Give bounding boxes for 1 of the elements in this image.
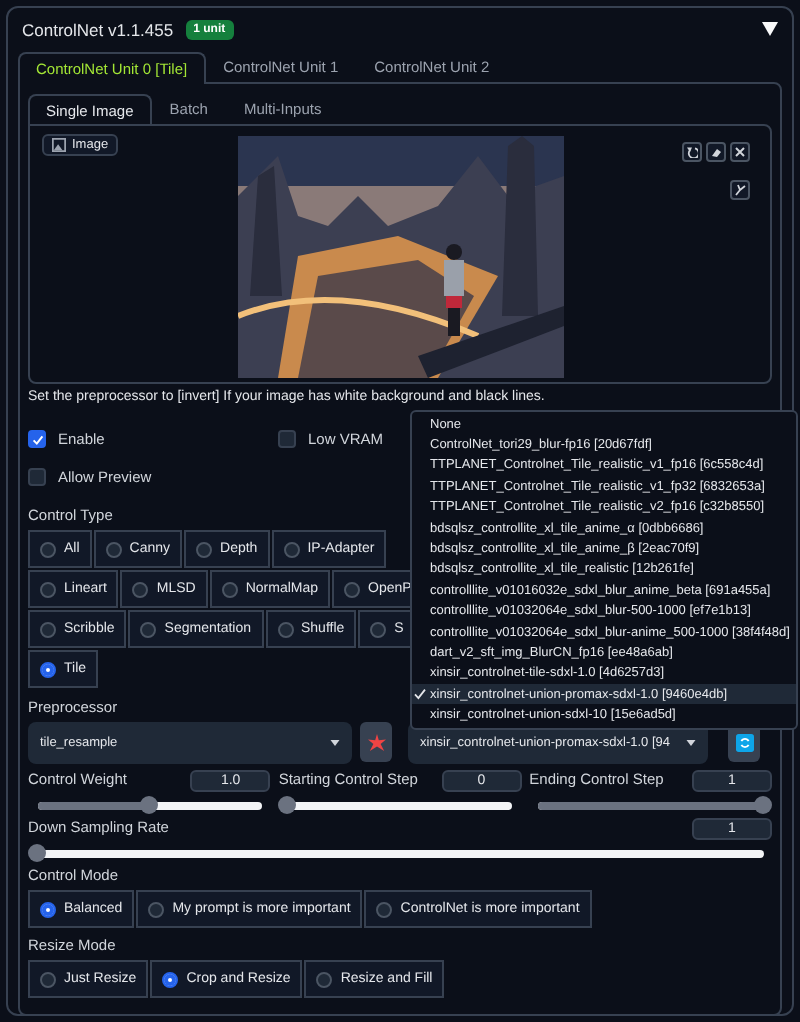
panel-title: ControlNet v1.1.455: [22, 19, 174, 39]
